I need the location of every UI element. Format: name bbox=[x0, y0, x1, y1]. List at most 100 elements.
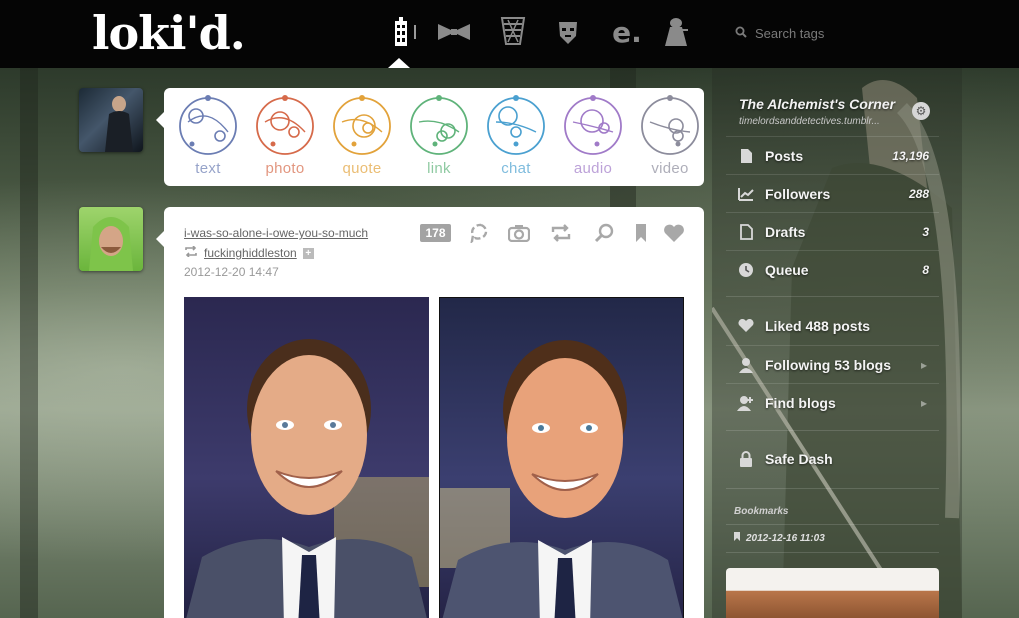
post-type-label: text bbox=[195, 160, 221, 177]
sidebar-link-label: Following 53 blogs bbox=[765, 356, 891, 373]
text-glyph-icon bbox=[179, 95, 237, 155]
post-type-quote[interactable]: quote bbox=[326, 92, 398, 184]
post-type-label: chat bbox=[501, 160, 531, 177]
sidebar-item-queue[interactable]: Queue 8 bbox=[726, 250, 939, 288]
bookmark-icon bbox=[734, 532, 740, 544]
active-nav-indicator bbox=[388, 58, 410, 68]
note-count[interactable]: 178 bbox=[420, 224, 451, 242]
blog-header[interactable]: The Alchemist's Corner timelordsanddetec… bbox=[726, 88, 939, 134]
sidebar-item-count: 288 bbox=[908, 186, 929, 201]
clock-icon bbox=[737, 261, 755, 279]
sidebar-thumbnail[interactable] bbox=[726, 568, 939, 618]
post-type-label: audio bbox=[573, 160, 613, 177]
sidebar-item-label: Drafts bbox=[765, 223, 806, 240]
sidebar-item-drafts[interactable]: Drafts 3 bbox=[726, 212, 939, 250]
sidebar-item-followers[interactable]: Followers 288 bbox=[726, 174, 939, 212]
post-photo[interactable] bbox=[184, 297, 429, 618]
post-type-text[interactable]: text bbox=[172, 92, 244, 184]
heart-icon[interactable] bbox=[661, 221, 687, 245]
chart-icon bbox=[737, 185, 755, 203]
composer-pointer bbox=[156, 112, 164, 128]
sidebar-divider bbox=[726, 552, 939, 553]
person-icon bbox=[737, 356, 755, 374]
sidebar-divider bbox=[726, 488, 939, 489]
e-icon[interactable]: e. bbox=[612, 16, 642, 49]
search-input[interactable] bbox=[755, 25, 885, 41]
sidebar-link-label: Liked 488 posts bbox=[765, 318, 871, 334]
safe-dash-toggle[interactable]: Safe Dash bbox=[726, 440, 939, 478]
search-icon bbox=[735, 26, 747, 41]
post-type-chat[interactable]: chat bbox=[480, 92, 552, 184]
nav-divider bbox=[414, 25, 416, 39]
post-pointer bbox=[156, 231, 164, 247]
fez-icon[interactable] bbox=[499, 16, 527, 48]
sidebar-item-label: Posts bbox=[765, 147, 804, 164]
sidebar-divider bbox=[726, 524, 939, 525]
follow-plus-button[interactable]: + bbox=[302, 247, 314, 259]
audio-glyph-icon bbox=[564, 95, 622, 155]
photo-glyph-icon bbox=[256, 95, 314, 155]
cyberman-icon[interactable] bbox=[555, 16, 581, 48]
blog-url: timelordsanddetectives.tumblr... bbox=[739, 116, 880, 127]
sidebar-link-following[interactable]: Following 53 blogs ▸ bbox=[726, 345, 939, 383]
post-type-link[interactable]: link bbox=[403, 92, 475, 184]
bookmark-entry[interactable]: 2012-12-16 11:03 bbox=[734, 532, 825, 544]
post-type-label: link bbox=[427, 160, 451, 177]
sidebar-item-label: Queue bbox=[765, 261, 809, 278]
quote-glyph-icon bbox=[333, 95, 391, 155]
post-source-link[interactable]: i-was-so-alone-i-owe-you-so-much bbox=[184, 226, 368, 240]
bookmarks-heading: Bookmarks bbox=[734, 506, 789, 517]
add-person-icon bbox=[737, 394, 755, 412]
safe-dash-label: Safe Dash bbox=[765, 451, 833, 467]
post-type-label: video bbox=[651, 160, 689, 177]
chat-glyph-icon bbox=[487, 95, 545, 155]
sidebar-divider bbox=[726, 430, 939, 431]
reblogger-avatar[interactable] bbox=[79, 207, 143, 271]
top-bar: loki'd. e. bbox=[0, 0, 1019, 68]
camera-icon[interactable] bbox=[506, 221, 532, 245]
sidebar-link-likes[interactable]: Liked 488 posts bbox=[726, 307, 939, 345]
dalek-icon[interactable] bbox=[662, 16, 690, 48]
bookmark-icon[interactable] bbox=[628, 221, 654, 245]
background-tree bbox=[20, 68, 38, 618]
sidebar-link-find-blogs[interactable]: Find blogs ▸ bbox=[726, 383, 939, 421]
bowtie-icon[interactable] bbox=[437, 16, 471, 48]
post-type-label: quote bbox=[342, 160, 382, 177]
reblogged-from-link[interactable]: fuckinghiddleston bbox=[204, 246, 297, 260]
sidebar-item-count: 3 bbox=[922, 224, 929, 239]
post-photo[interactable] bbox=[439, 297, 684, 618]
heart-icon bbox=[737, 317, 755, 335]
post-type-video[interactable]: video bbox=[634, 92, 706, 184]
site-logo[interactable]: loki'd. bbox=[92, 6, 246, 60]
sidebar-item-count: 8 bbox=[922, 262, 929, 277]
sidebar-divider bbox=[726, 296, 939, 297]
post-type-label: photo bbox=[265, 160, 305, 177]
post-composer: text photo quote link chat audio video bbox=[156, 88, 706, 186]
sidebar-item-label: Followers bbox=[765, 185, 831, 202]
link-glyph-icon bbox=[410, 95, 468, 155]
reblog-icon bbox=[184, 245, 198, 260]
post-type-photo[interactable]: photo bbox=[249, 92, 321, 184]
post-type-audio[interactable]: audio bbox=[557, 92, 629, 184]
user-avatar[interactable] bbox=[79, 88, 143, 152]
document-icon bbox=[737, 147, 755, 165]
sidebar-item-posts[interactable]: Posts 13,196 bbox=[726, 136, 939, 174]
post-date: 2012-12-20 14:47 bbox=[184, 265, 279, 279]
sidebar-item-count: 13,196 bbox=[892, 148, 929, 163]
reblog-info: fuckinghiddleston + bbox=[184, 245, 314, 260]
sidebar-link-label: Find blogs bbox=[765, 394, 836, 411]
reblog-icon[interactable] bbox=[548, 221, 574, 245]
lock-icon bbox=[737, 450, 755, 468]
tardis-icon[interactable] bbox=[392, 16, 410, 48]
video-glyph-icon bbox=[641, 95, 699, 155]
chevron-right-icon: ▸ bbox=[920, 357, 927, 372]
bookmark-date: 2012-12-16 11:03 bbox=[746, 532, 825, 544]
document-icon bbox=[737, 223, 755, 241]
chevron-right-icon: ▸ bbox=[920, 395, 927, 410]
reply-icon[interactable] bbox=[468, 221, 494, 245]
gear-icon[interactable]: ⚙ bbox=[912, 102, 930, 120]
search-box[interactable] bbox=[735, 22, 895, 44]
blog-title[interactable]: The Alchemist's Corner bbox=[739, 96, 895, 112]
magnifier-icon[interactable] bbox=[591, 221, 617, 245]
post-card: i-was-so-alone-i-owe-you-so-much fucking… bbox=[156, 207, 704, 618]
